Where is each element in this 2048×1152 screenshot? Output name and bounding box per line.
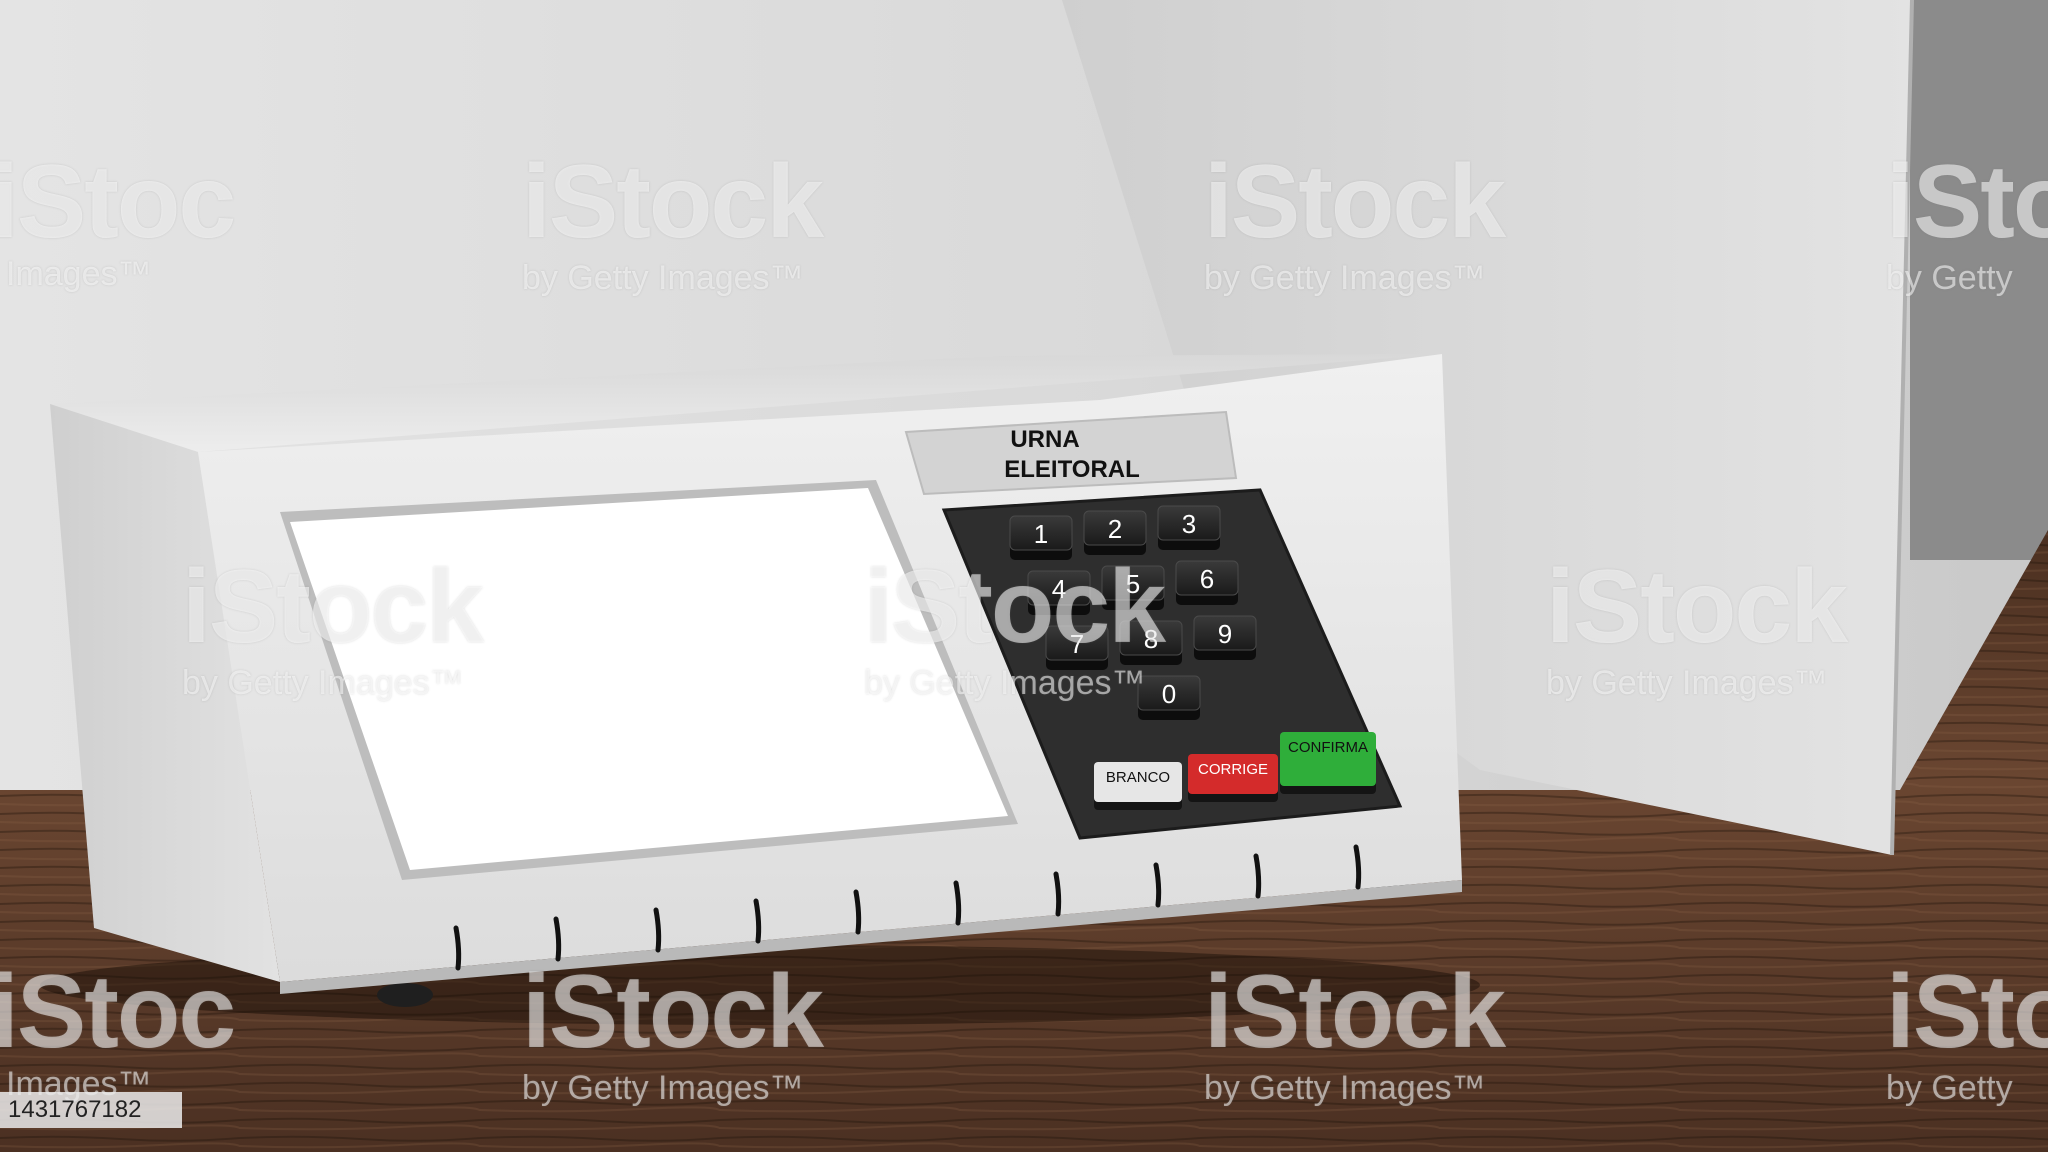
watermark-brand: iStock bbox=[1546, 549, 1848, 665]
vent-slot bbox=[753, 898, 762, 944]
label-line1: URNA bbox=[1010, 426, 1079, 453]
watermark-credit: by Getty Images™ bbox=[864, 664, 1146, 702]
watermark-brand: iStock bbox=[1204, 144, 1506, 260]
watermark-credit: by Getty Images™ bbox=[1204, 1069, 1486, 1107]
watermark: iStock by Getty Images™ bbox=[182, 549, 484, 703]
key-label: 3 bbox=[1182, 509, 1196, 539]
vent-slot bbox=[1053, 871, 1062, 917]
key-label: 1 bbox=[1034, 519, 1048, 549]
watermark-credit: by Getty Images™ bbox=[182, 664, 464, 702]
watermark-credit: by Getty Images™ bbox=[522, 259, 804, 297]
watermark-credit: by Getty Images™ bbox=[522, 1069, 804, 1107]
watermark: iStock by Getty Images™ bbox=[1204, 144, 1506, 298]
key-3[interactable]: 3 bbox=[1157, 505, 1221, 550]
key-label: 6 bbox=[1200, 564, 1214, 594]
watermark-brand: iStoc bbox=[0, 144, 236, 260]
vent-slot bbox=[1353, 844, 1362, 890]
watermark-credit: by Getty bbox=[1886, 1069, 2013, 1107]
watermark: iStock by Getty Images™ bbox=[864, 549, 1166, 703]
button-label: BRANCO bbox=[1106, 769, 1170, 786]
watermark: iStoc by Getty bbox=[1886, 960, 2048, 1108]
watermark: iStoc bbox=[0, 954, 236, 1070]
confirma-button[interactable]: CONFIRMA bbox=[1280, 732, 1376, 794]
key-label: 2 bbox=[1108, 514, 1122, 544]
corrige-button[interactable]: CORRIGE bbox=[1188, 754, 1278, 802]
key-label: 9 bbox=[1218, 619, 1232, 649]
watermark: Images™ bbox=[6, 250, 152, 294]
watermark-credit: by Getty Images™ bbox=[1204, 259, 1486, 297]
watermark-brand: iStock bbox=[522, 144, 824, 260]
device-foot bbox=[377, 983, 433, 1007]
watermark-brand: iStoc bbox=[1886, 954, 2048, 1070]
button-label: CONFIRMA bbox=[1288, 739, 1368, 756]
watermark-credit: Images™ bbox=[6, 255, 152, 293]
stock-id: 1431767182 bbox=[0, 1092, 182, 1128]
watermark-brand: iStock bbox=[864, 549, 1166, 665]
watermark: iStock by Getty Images™ bbox=[522, 144, 824, 298]
watermark-credit: by Getty Images™ bbox=[1546, 664, 1828, 702]
branco-button[interactable]: BRANCO bbox=[1094, 762, 1182, 810]
vent-slot bbox=[853, 889, 862, 935]
vent-slot bbox=[953, 880, 962, 926]
vent-slot bbox=[1253, 853, 1262, 899]
label-line2: ELEITORAL bbox=[1004, 456, 1140, 483]
button-label: CORRIGE bbox=[1198, 761, 1268, 778]
watermark-credit: by Getty bbox=[1886, 259, 2013, 297]
watermark-brand: iStoc bbox=[1886, 144, 2048, 260]
watermark: iStoc bbox=[0, 144, 236, 260]
vent-slot bbox=[1153, 862, 1162, 908]
key-9[interactable]: 9 bbox=[1193, 615, 1257, 660]
watermark: iStock by Getty Images™ bbox=[1204, 954, 1506, 1108]
vent-slot bbox=[553, 916, 562, 962]
watermark-brand: iStock bbox=[1204, 954, 1506, 1070]
vent-slot bbox=[653, 907, 662, 953]
watermark-brand: iStock bbox=[522, 954, 824, 1070]
vent-slot bbox=[453, 925, 462, 971]
key-6[interactable]: 6 bbox=[1175, 560, 1239, 605]
watermark-brand: iStock bbox=[182, 549, 484, 665]
watermark: iStoc by Getty bbox=[1886, 150, 2048, 298]
watermark: iStock by Getty Images™ bbox=[522, 954, 824, 1108]
watermark-brand: iStoc bbox=[0, 954, 236, 1070]
watermark: iStock by Getty Images™ bbox=[1546, 549, 1848, 703]
